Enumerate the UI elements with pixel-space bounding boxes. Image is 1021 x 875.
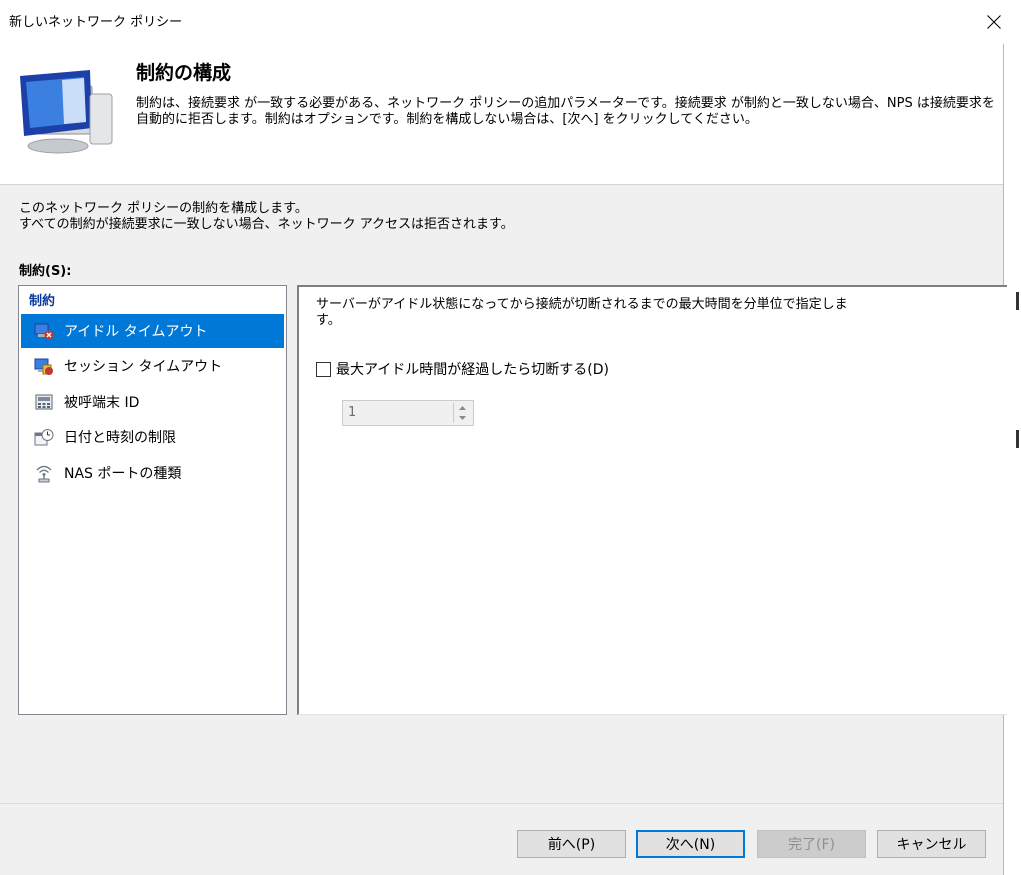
network-monitor-icon (20, 70, 113, 154)
window-title: 新しいネットワーク ポリシー (9, 15, 183, 30)
constraint-detail-panel: サーバーがアイドル状態になってから接続が切断されるまでの最大時間を分単位で指定し… (297, 285, 1007, 715)
next-button[interactable]: 次へ(N) (636, 830, 745, 858)
title-bar: 新しいネットワーク ポリシー (0, 0, 1021, 44)
spinner-up-button[interactable] (454, 403, 471, 413)
constraints-label: 制約(S): (19, 264, 72, 279)
list-item-label: 日付と時刻の制限 (64, 430, 176, 446)
idle-minutes-spinner[interactable]: 1 (342, 400, 474, 426)
chevron-up-icon (459, 406, 466, 410)
list-item-nas-port-type[interactable]: NAS ポートの種類 (21, 456, 284, 490)
list-item-session-timeout[interactable]: セッション タイムアウト (21, 349, 284, 383)
day-time-restriction-icon (34, 429, 54, 446)
chevron-down-icon (459, 416, 466, 420)
wizard-header: 制約の構成 制約は、接続要求 が一致する必要がある、ネットワーク ポリシーの追加… (0, 44, 1003, 184)
list-item-label: NAS ポートの種類 (64, 466, 182, 482)
constraint-description: サーバーがアイドル状態になってから接続が切断されるまでの最大時間を分単位で指定し… (316, 297, 976, 329)
list-item-idle-timeout[interactable]: アイドル タイムアウト (21, 314, 284, 348)
edge-mark (1016, 430, 1019, 448)
checkbox-box[interactable] (316, 361, 331, 377)
page-title: 制約の構成 (136, 62, 232, 84)
spinner-down-button[interactable] (454, 413, 471, 423)
page-description: 制約は、接続要求 が一致する必要がある、ネットワーク ポリシーの追加パラメーター… (136, 96, 995, 127)
intro-line-2: すべての制約が接続要求に一致しない場合、ネットワーク アクセスは拒否されます。 (19, 217, 514, 232)
checkbox-label: 最大アイドル時間が経過したら切断する(D) (336, 362, 610, 378)
called-station-id-icon (35, 394, 53, 410)
session-timeout-icon (34, 358, 53, 375)
idle-timeout-icon (34, 323, 54, 340)
cancel-button[interactable]: キャンセル (877, 830, 986, 858)
list-item-label: 被呼端末 ID (64, 395, 140, 411)
wizard-footer: 前へ(P) 次へ(N) 完了(F) キャンセル (0, 803, 1003, 875)
edge-mark (1016, 292, 1019, 310)
close-button[interactable] (976, 4, 1012, 40)
intro-text: このネットワーク ポリシーの制約を構成します。 すべての制約が接続要求に一致しな… (19, 201, 514, 233)
back-button[interactable]: 前へ(P) (517, 830, 626, 858)
finish-button[interactable]: 完了(F) (757, 830, 866, 858)
list-item-day-time[interactable]: 日付と時刻の制限 (21, 420, 284, 454)
list-item-label: アイドル タイムアウト (64, 324, 208, 340)
constraints-list-header: 制約 (29, 294, 56, 309)
nas-port-type-icon (36, 465, 52, 483)
spinner-value: 1 (348, 405, 357, 420)
list-item-label: セッション タイムアウト (64, 359, 223, 375)
constraint-description-line-2: す。 (316, 313, 341, 328)
close-icon (987, 15, 1001, 29)
constraints-list[interactable]: 制約 アイドル タイムアウト セッション タイムアウト 被呼端末 ID 日付と時… (18, 285, 287, 715)
spinner-buttons (453, 403, 471, 423)
disconnect-idle-checkbox[interactable]: 最大アイドル時間が経過したら切断する(D) (316, 359, 609, 379)
intro-line-1: このネットワーク ポリシーの制約を構成します。 (19, 201, 308, 216)
constraint-description-line-1: サーバーがアイドル状態になってから接続が切断されるまでの最大時間を分単位で指定し… (316, 297, 848, 312)
list-item-called-station-id[interactable]: 被呼端末 ID (21, 385, 284, 419)
wizard-body: このネットワーク ポリシーの制約を構成します。 すべての制約が接続要求に一致しな… (0, 184, 1007, 803)
